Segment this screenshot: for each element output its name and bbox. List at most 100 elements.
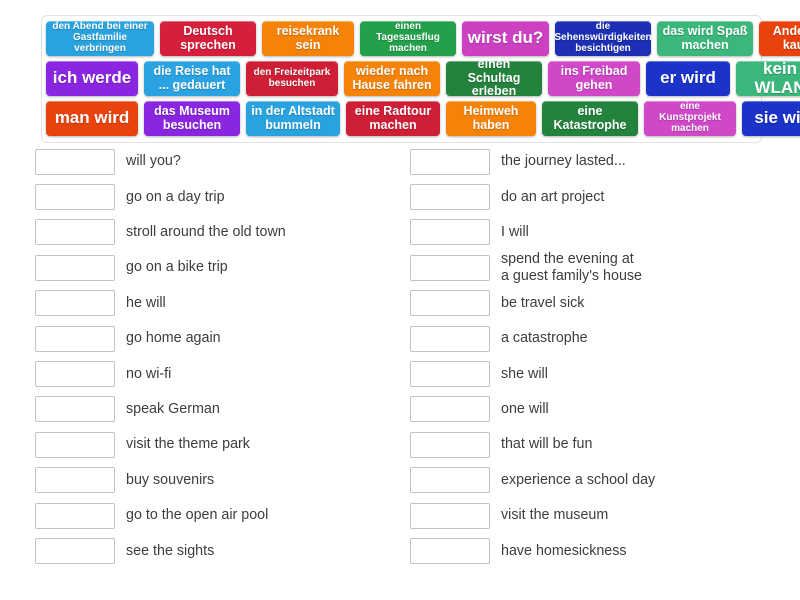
answer-label: she will — [501, 365, 548, 382]
answer-row: I will — [410, 215, 785, 250]
answer-label: will you? — [126, 153, 181, 170]
answer-label: I will — [501, 224, 529, 241]
answer-dropzone[interactable] — [35, 254, 115, 281]
draggable-tile[interactable]: eine Radtour machen — [346, 101, 440, 136]
answer-dropzone[interactable] — [410, 290, 490, 317]
answer-label: visit the museum — [501, 507, 609, 524]
answer-dropzone[interactable] — [410, 396, 490, 423]
draggable-tile[interactable]: einen Schultag erleben — [446, 61, 542, 96]
answer-row: speak German — [35, 392, 410, 427]
answer-row: a catastrophe — [410, 321, 785, 356]
answer-row: visit the museum — [410, 498, 785, 533]
activity-page: den Abend bei einer Gastfamilie verbring… — [0, 0, 800, 600]
draggable-tile[interactable]: einen Tagesausflug machen — [360, 21, 456, 56]
draggable-tile[interactable]: ins Freibad gehen — [548, 61, 640, 96]
answer-label: go on a bike trip — [126, 259, 228, 276]
answer-row: buy souvenirs — [35, 463, 410, 498]
answer-row: do an art project — [410, 179, 785, 214]
answer-dropzone[interactable] — [410, 325, 490, 352]
answer-row: she will — [410, 356, 785, 391]
answer-label: go to the open air pool — [126, 507, 269, 524]
answer-dropzone[interactable] — [410, 502, 490, 529]
draggable-tile[interactable]: wieder nach Hause fahren — [344, 61, 440, 96]
answer-column-right: the journey lasted... do an art project I … — [410, 144, 785, 569]
draggable-tile[interactable]: in der Altstadt bummeln — [246, 101, 340, 136]
answer-row: go on a day trip — [35, 179, 410, 214]
answer-dropzone[interactable] — [35, 537, 115, 564]
answer-label: the journey lasted... — [501, 153, 626, 170]
tile-row: den Abend bei einer Gastfamilie verbring… — [46, 21, 800, 56]
answer-dropzone[interactable] — [410, 219, 490, 246]
answer-label: no wi-fi — [126, 365, 172, 382]
answer-dropzone[interactable] — [410, 467, 490, 494]
draggable-tile[interactable]: ich werde — [46, 61, 138, 96]
draggable-tile[interactable]: die Reise hat ... gedauert — [144, 61, 240, 96]
answer-dropzone[interactable] — [35, 290, 115, 317]
answer-row: go home again — [35, 321, 410, 356]
answer-label: experience a school day — [501, 471, 656, 488]
answer-dropzone[interactable] — [35, 361, 115, 388]
answer-dropzone[interactable] — [35, 148, 115, 175]
draggable-tile[interactable]: sie wird — [742, 101, 800, 136]
draggable-tile[interactable]: wirst du? — [462, 21, 549, 56]
draggable-tile[interactable]: reisekrank sein — [262, 21, 354, 56]
tile-row: man wird das Museum besuchen in der Altsta… — [46, 101, 800, 136]
draggable-tile[interactable]: Deutsch sprechen — [160, 21, 256, 56]
draggable-tile[interactable]: den Freizeitpark besuchen — [246, 61, 338, 96]
tile-row: ich werde die Reise hat ... gedauert den F… — [46, 61, 800, 96]
answer-row: one will — [410, 392, 785, 427]
answer-row: see the sights — [35, 533, 410, 568]
answer-dropzone[interactable] — [35, 502, 115, 529]
draggable-tile[interactable]: Andenken kaufen — [759, 21, 800, 56]
draggable-tile[interactable]: das wird Spaß machen — [657, 21, 753, 56]
draggable-tile[interactable]: er wird — [646, 61, 730, 96]
answer-label: stroll around the old town — [126, 224, 286, 241]
draggable-tile[interactable]: die Sehenswürdigkeiten besichtigen — [555, 21, 651, 56]
answer-row: spend the evening at a guest family's ho… — [410, 250, 785, 285]
answer-row: go on a bike trip — [35, 250, 410, 285]
answer-row: the journey lasted... — [410, 144, 785, 179]
answer-label: spend the evening at a guest family's ho… — [501, 251, 643, 284]
answer-row: stroll around the old town — [35, 215, 410, 250]
answer-row: that will be fun — [410, 427, 785, 462]
answer-dropzone[interactable] — [35, 396, 115, 423]
answer-label: visit the theme park — [126, 436, 250, 453]
answer-dropzone[interactable] — [410, 361, 490, 388]
answer-label: go on a day trip — [126, 188, 225, 205]
answer-label: speak German — [126, 401, 220, 417]
answer-label: a catastrophe — [501, 330, 588, 347]
answer-column-left: will you? go on a day trip stroll around t… — [35, 144, 410, 569]
answer-row: he will — [35, 286, 410, 321]
answer-dropzone[interactable] — [35, 467, 115, 494]
answer-label: he will — [126, 294, 166, 311]
tile-bank: den Abend bei einer Gastfamilie verbring… — [41, 15, 800, 143]
draggable-tile[interactable]: eine Kunstprojekt machen — [644, 101, 736, 136]
draggable-tile[interactable]: kein WLAN — [736, 61, 800, 96]
answer-label: that will be fun — [501, 436, 593, 453]
answer-row: no wi-fi — [35, 356, 410, 391]
answer-dropzone[interactable] — [35, 184, 115, 211]
answer-dropzone[interactable] — [35, 431, 115, 458]
draggable-tile[interactable]: man wird — [46, 101, 138, 136]
draggable-tile[interactable]: eine Katastrophe — [542, 101, 638, 136]
answer-row: have homesickness — [410, 533, 785, 568]
answer-row: experience a school day — [410, 463, 785, 498]
answer-row: will you? — [35, 144, 410, 179]
answer-dropzone[interactable] — [35, 325, 115, 352]
answer-label: one will — [501, 401, 549, 417]
draggable-tile[interactable]: den Abend bei einer Gastfamilie verbring… — [46, 21, 154, 56]
answer-label: have homesickness — [501, 542, 627, 559]
answer-dropzone[interactable] — [410, 431, 490, 458]
draggable-tile[interactable]: Heimweh haben — [446, 101, 536, 136]
answer-label: be travel sick — [501, 294, 585, 311]
answer-dropzone[interactable] — [410, 148, 490, 175]
answer-dropzone[interactable] — [410, 537, 490, 564]
answer-row: be travel sick — [410, 286, 785, 321]
answer-dropzone[interactable] — [410, 254, 490, 281]
draggable-tile[interactable]: das Museum besuchen — [144, 101, 240, 136]
answer-dropzone[interactable] — [410, 184, 490, 211]
answer-label: do an art project — [501, 188, 605, 205]
answer-label: buy souvenirs — [126, 471, 215, 488]
answer-dropzone[interactable] — [35, 219, 115, 246]
answer-label: go home again — [126, 330, 221, 347]
